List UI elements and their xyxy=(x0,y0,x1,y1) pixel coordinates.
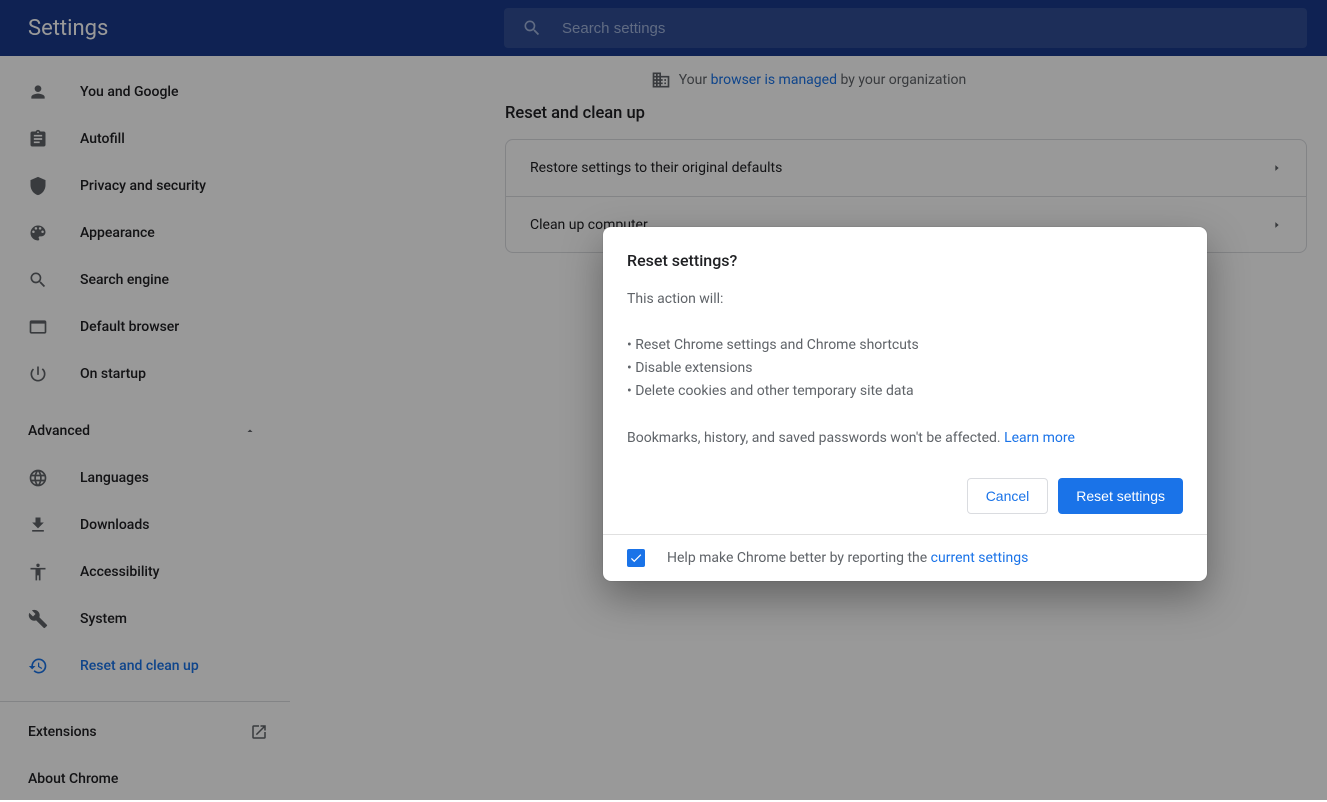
current-settings-link[interactable]: current settings xyxy=(931,550,1029,566)
learn-more-link[interactable]: Learn more xyxy=(1004,430,1075,446)
check-icon xyxy=(629,551,643,565)
dialog-body-text: This action will: • Reset Chrome setting… xyxy=(627,288,1183,450)
report-settings-checkbox[interactable] xyxy=(627,549,645,567)
dialog-footer-text: Help make Chrome better by reporting the… xyxy=(667,550,1028,566)
cancel-button[interactable]: Cancel xyxy=(967,478,1049,514)
reset-settings-button[interactable]: Reset settings xyxy=(1058,478,1183,514)
reset-settings-dialog: Reset settings? This action will: • Rese… xyxy=(603,227,1207,581)
dialog-title: Reset settings? xyxy=(627,251,1183,270)
